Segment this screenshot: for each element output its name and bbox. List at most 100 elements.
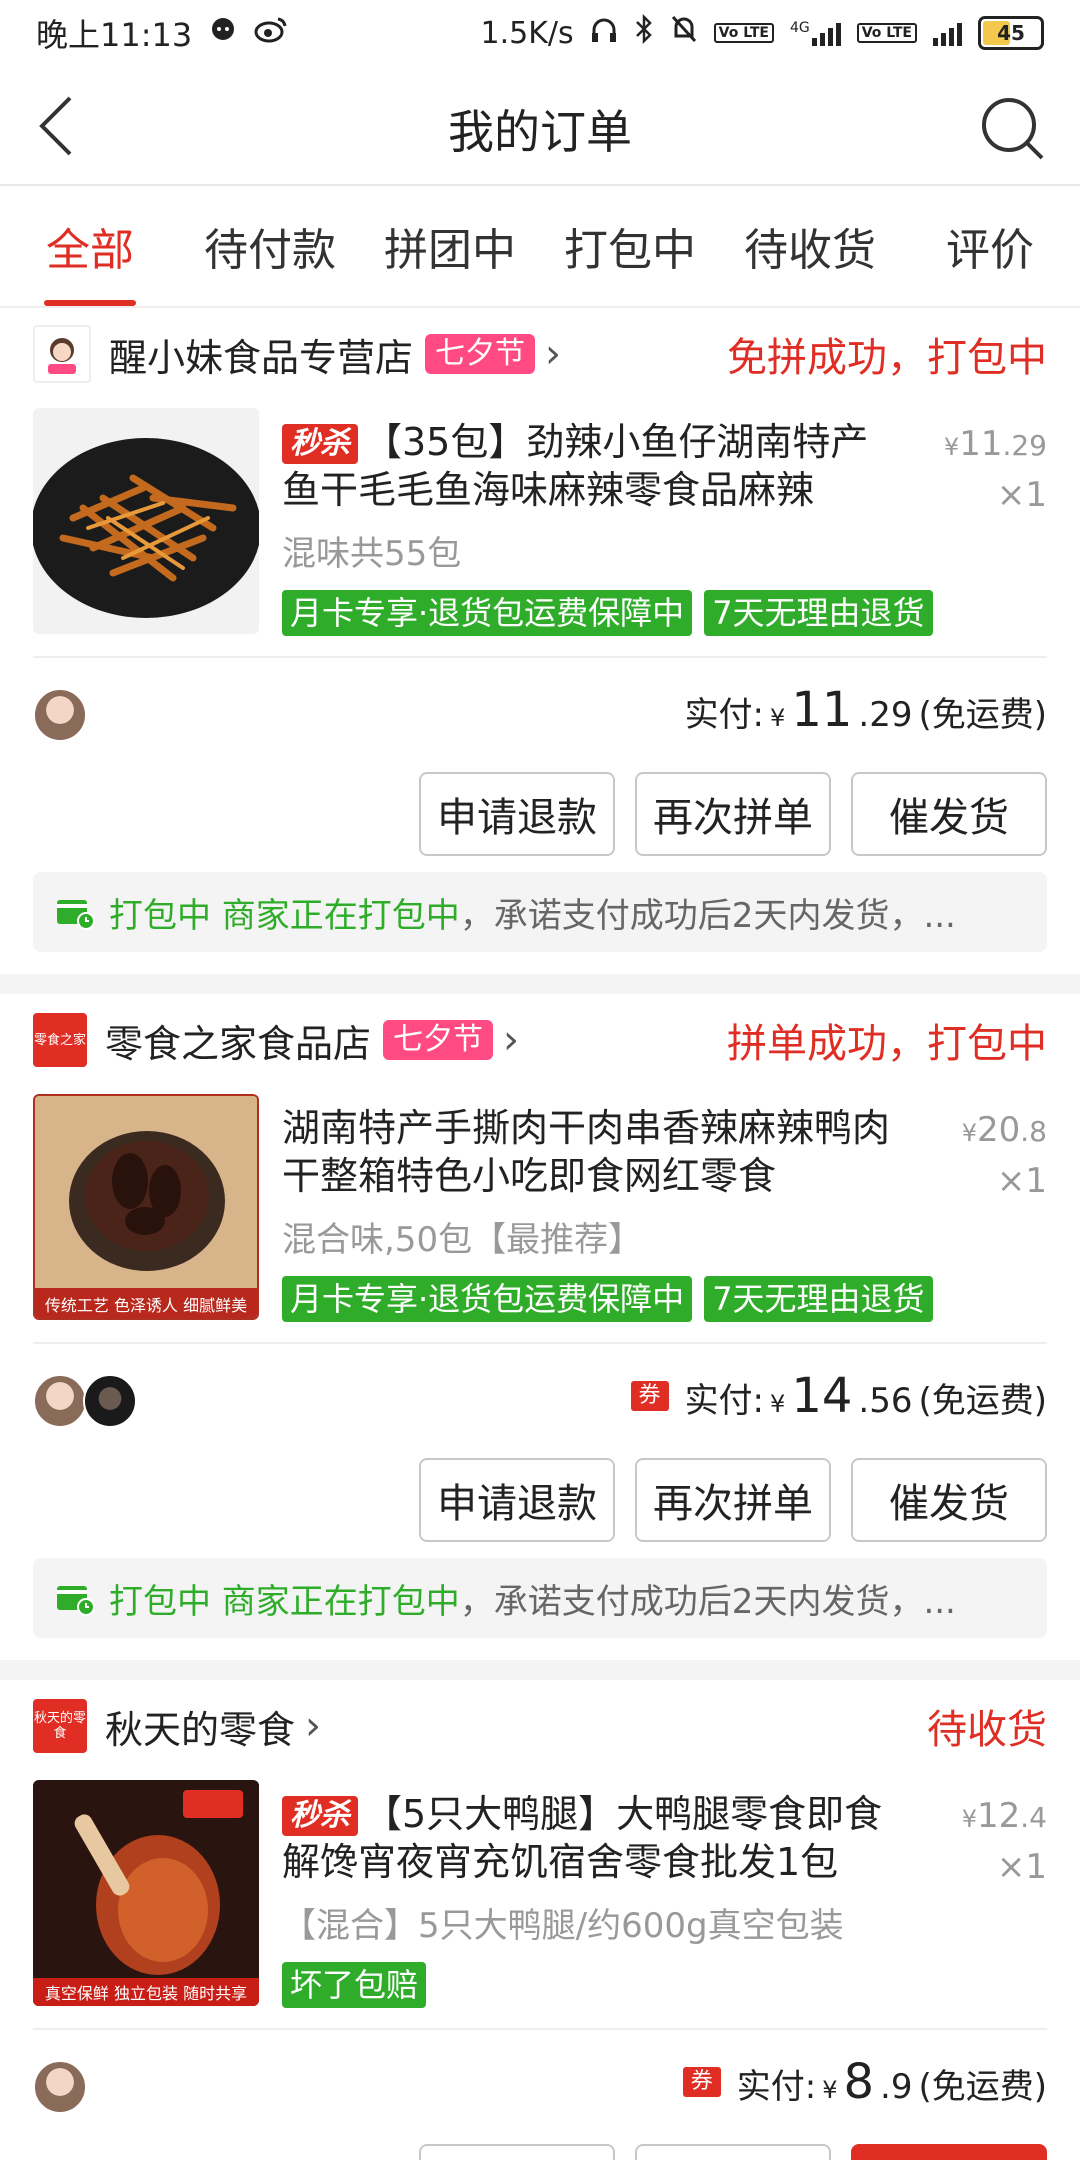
store-logo [33, 325, 91, 383]
tab-to-receive[interactable]: 待收货 [720, 186, 900, 306]
coupon-icon: 券 [630, 1381, 669, 1411]
group-avatars [33, 688, 87, 742]
product-image[interactable]: 真空保鲜 独立包装 随时共享 [33, 1780, 259, 2006]
volte-badge-2: Vo LTE [856, 23, 917, 43]
price-column: ¥12.4 ×1 [962, 1792, 1047, 1891]
urge-shipping-button[interactable]: 催发货 [851, 772, 1047, 856]
status-bar: 晚上11:13 1.5K/s Vo LTE 4G Vo LTE 45 [0, 0, 1080, 66]
product-title[interactable]: 秒杀 【35包】劲辣小鱼仔湖南特产鱼干毛毛鱼海味麻辣零食品麻辣 [282, 418, 902, 514]
package-icon [55, 1580, 95, 1616]
bluetooth-icon [634, 13, 654, 52]
package-icon [55, 894, 95, 930]
paid-amount: 实付: ¥11.29 (免运费) [684, 682, 1047, 738]
refund-button[interactable]: 申请退款 [419, 772, 615, 856]
service-badges: 月卡专享·退货包运费保障中 7天无理由退货 [282, 1276, 933, 1322]
avatar [33, 2060, 87, 2114]
packing-notice[interactable]: 打包中 商家正在打包中 ，承诺支付成功后2天内发货，... [33, 1558, 1047, 1638]
notice-status: 打包中 商家正在打包中 [109, 1581, 460, 1622]
order-status: 拼单成功，打包中 [727, 1021, 1047, 1067]
reorder-button[interactable]: 再次拼单 [635, 1458, 831, 1542]
store-logo: 零食之家 [33, 1013, 87, 1067]
store-row[interactable]: 秋天的零食 秋天的零食 › 待收货 [33, 1680, 1047, 1772]
divider [33, 656, 1047, 658]
avatar [33, 1374, 87, 1428]
paid-amount: 券实付: ¥8.9 (免运费) [682, 2054, 1047, 2110]
status-time: 晚上11:13 [36, 16, 193, 54]
fish-snack-image [33, 438, 259, 618]
unit-price: ¥20.8 [961, 1110, 1047, 1150]
search-icon[interactable] [980, 96, 1046, 162]
divider [33, 2028, 1047, 2030]
duck-leg-image [33, 1780, 259, 2006]
product-image[interactable]: 传统工艺 色泽诱人 细腻鲜美 [33, 1094, 259, 1320]
store-row[interactable]: 醒小妹食品专营店 七夕节 › 免拼成功，打包中 [33, 308, 1047, 400]
service-badge: 坏了包赔 [282, 1962, 427, 2008]
chevron-right-icon: › [545, 331, 562, 377]
action-button[interactable] [635, 2144, 831, 2160]
tab-pending-payment[interactable]: 待付款 [180, 186, 360, 306]
mute-bell-icon [670, 14, 698, 52]
service-badge: 月卡专享·退货包运费保障中 [282, 1276, 693, 1322]
store-name: 醒小妹食品专营店 [109, 335, 414, 380]
order-status: 免拼成功，打包中 [727, 335, 1047, 381]
quantity: ×1 [996, 1847, 1047, 1887]
notice-text: ，承诺支付成功后2天内发货，... [459, 895, 956, 936]
network-type: 4G [789, 20, 810, 36]
packing-notice[interactable]: 打包中 商家正在打包中 ，承诺支付成功后2天内发货，... [33, 872, 1047, 952]
urge-shipping-button[interactable]: 催发货 [851, 1458, 1047, 1542]
flash-sale-badge: 秒杀 [282, 424, 358, 464]
order-card: 零食之家 零食之家食品店 七夕节 › 拼单成功，打包中 传统工艺 色泽诱人 细腻… [0, 994, 1080, 1660]
festival-badge: 七夕节 [425, 334, 536, 374]
avatar [83, 1374, 137, 1428]
refund-button[interactable]: 申请退款 [419, 1458, 615, 1542]
service-badge: 7天无理由退货 [704, 1276, 933, 1322]
product-image[interactable] [33, 408, 259, 634]
product-spec: 【混合】5只大鸭腿/约600g真空包装 [282, 1906, 844, 1946]
volte-badge: Vo LTE [713, 23, 774, 43]
product-title[interactable]: 湖南特产手撕肉干肉串香辣麻辣鸭肉干整箱特色小吃即食网红零食 [282, 1104, 902, 1200]
image-caption: 传统工艺 色泽诱人 细腻鲜美 [44, 1296, 248, 1315]
battery-level: 45 [997, 21, 1025, 45]
product-title[interactable]: 秒杀 【5只大鸭腿】大鸭腿零食即食解馋宵夜宵充饥宿舍零食批发1包 [282, 1790, 902, 1886]
order-separator [0, 1660, 1080, 1680]
signal-icon-2 [933, 20, 962, 46]
reorder-button[interactable]: 再次拼单 [635, 772, 831, 856]
girl-logo-icon [48, 338, 76, 374]
service-badge: 7天无理由退货 [704, 590, 933, 636]
action-button[interactable] [419, 2144, 615, 2160]
quantity: ×1 [996, 475, 1047, 515]
store-name: 秋天的零食 [105, 1707, 296, 1752]
flash-sale-badge: 秒杀 [282, 1796, 358, 1836]
order-actions [419, 2144, 1047, 2160]
service-badges: 坏了包赔 [282, 1962, 427, 2008]
tab-review[interactable]: 评价 [900, 186, 1080, 306]
net-speed: 1.5K/s [480, 15, 574, 51]
divider [33, 1342, 1047, 1344]
product-spec: 混合味,50包【最推荐】 [282, 1220, 643, 1260]
page-title: 我的订单 [448, 105, 632, 159]
group-avatars [33, 1374, 137, 1428]
tab-group-buying[interactable]: 拼团中 [360, 186, 540, 306]
store-row[interactable]: 零食之家 零食之家食品店 七夕节 › 拼单成功，打包中 [33, 994, 1047, 1086]
paid-amount: 券实付: ¥14.56 (免运费) [630, 1368, 1047, 1424]
festival-badge: 七夕节 [383, 1020, 494, 1060]
store-logo: 秋天的零食 [33, 1699, 87, 1753]
order-status: 待收货 [927, 1707, 1047, 1753]
tab-packing[interactable]: 打包中 [540, 186, 720, 306]
primary-action-button[interactable] [851, 2144, 1047, 2160]
order-actions: 申请退款 再次拼单 催发货 [419, 772, 1047, 856]
weibo-icon [254, 14, 288, 52]
battery-icon: 45 [978, 16, 1044, 50]
tab-all[interactable]: 全部 [0, 186, 180, 306]
title-bar: 我的订单 [0, 66, 1080, 186]
unit-price: ¥11.29 [943, 424, 1047, 464]
notice-status: 打包中 商家正在打包中 [109, 895, 460, 936]
signal-icon: 4G [790, 20, 841, 46]
notice-text: ，承诺支付成功后2天内发货，... [459, 1581, 956, 1622]
image-caption: 真空保鲜 独立包装 随时共享 [44, 1984, 248, 2003]
store-name: 零食之家食品店 [105, 1021, 372, 1066]
chat-icon [208, 14, 238, 52]
order-card: 醒小妹食品专营店 七夕节 › 免拼成功，打包中 秒杀 【35包】劲辣小鱼仔湖南特产… [0, 308, 1080, 974]
order-tabs: 全部 待付款 拼团中 打包中 待收货 评价 [0, 186, 1080, 308]
group-avatars [33, 2060, 87, 2114]
